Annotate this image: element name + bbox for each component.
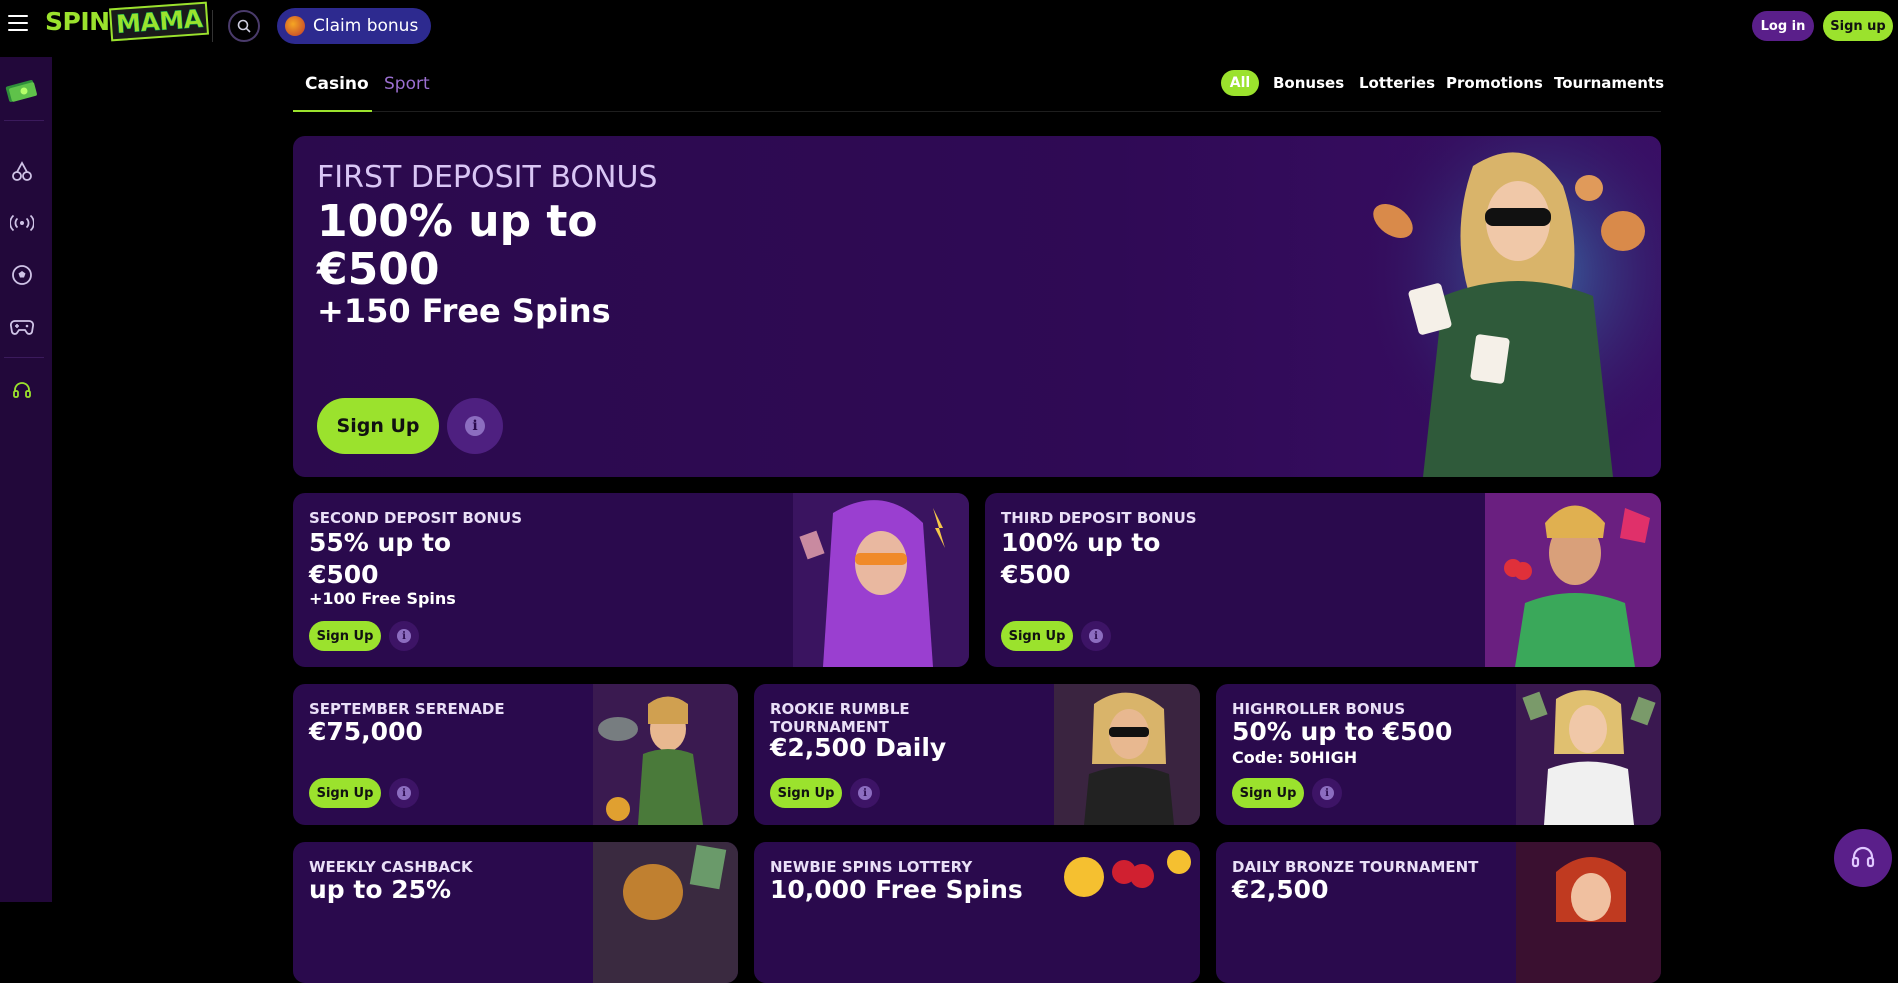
login-button[interactable]: Log in [1752,11,1814,41]
filter-lotteries[interactable]: Lotteries [1359,74,1435,92]
card-label: ROOKIE RUMBLE TOURNAMENT [770,700,910,736]
rookie-rumble-card[interactable]: ROOKIE RUMBLE TOURNAMENT €2,500 Daily Si… [754,684,1200,825]
info-button[interactable]: i [1081,621,1111,651]
headset-icon [1851,846,1875,868]
sidebar [0,57,52,902]
sidebar-item-slots[interactable] [0,153,44,189]
card-label: SECOND DEPOSIT BONUS [309,509,523,527]
sign-up-button[interactable]: Sign Up [1232,778,1304,808]
sidebar-item-support[interactable] [0,373,44,409]
info-icon: i [397,629,411,643]
claim-bonus-label: Claim bonus [313,16,419,36]
info-icon: i [858,786,872,800]
card-extra: +150 Free Spins [317,292,611,330]
sidebar-item-wallet[interactable] [0,73,44,109]
search-icon [237,19,251,33]
live-icon [10,214,34,232]
active-tab-indicator [293,110,372,112]
card-amount: 50% up to €500 [1232,717,1453,746]
cherry-icon [12,161,32,181]
tab-sport[interactable]: Sport [384,74,430,94]
info-button[interactable]: i [447,398,503,454]
info-button[interactable]: i [850,778,880,808]
headset-icon [13,382,31,398]
info-icon: i [1089,629,1103,643]
card-label: FIRST DEPOSIT BONUS [317,160,658,195]
top-bar: SPIN MAMA Claim bonus Log in Sign up [0,0,1898,52]
tabs-bar: Casino Sport All Bonuses Lotteries Promo… [293,52,1664,112]
september-serenade-card[interactable]: SEPTEMBER SERENADE €75,000 Sign Up i [293,684,738,825]
weekly-cashback-card[interactable]: WEEKLY CASHBACK up to 25% [293,842,738,983]
tab-casino[interactable]: Casino [305,74,369,94]
wallet-icon [5,80,37,102]
card-character-art [593,684,738,825]
info-button[interactable]: i [1312,778,1342,808]
filter-promotions[interactable]: Promotions [1446,74,1543,92]
info-button[interactable]: i [389,621,419,651]
newbie-spins-lottery-card[interactable]: NEWBIE SPINS LOTTERY 10,000 Free Spins [754,842,1200,983]
card-amount: up to 25% [309,875,452,904]
sidebar-item-games[interactable] [0,309,44,345]
live-chat-button[interactable] [1834,829,1892,887]
bonus-icon [285,16,305,36]
first-deposit-bonus-card[interactable]: FIRST DEPOSIT BONUS 100% up to €500 +150… [293,136,1661,477]
info-icon: i [1320,786,1334,800]
card-amount: 100% up to €500 [1001,528,1161,589]
sidebar-item-sport[interactable] [0,257,44,293]
card-character-art [1054,684,1200,825]
card-amount: €2,500 Daily [770,733,947,762]
daily-bronze-tournament-card[interactable]: DAILY BRONZE TOURNAMENT €2,500 [1216,842,1661,983]
card-extra: Code: 50HIGH [1232,748,1358,767]
card-amount: 55% up to €500 [309,528,452,589]
card-amount: 100% up to €500 [317,196,598,295]
card-character-art [593,842,738,983]
card-amount: 10,000 Free Spins [770,875,1023,904]
logo[interactable]: SPIN MAMA [45,1,210,42]
search-button[interactable] [228,10,260,42]
hero-character-art [1353,136,1661,477]
football-icon [12,265,32,285]
sign-up-button[interactable]: Sign Up [770,778,842,808]
logo-text-mama: MAMA [108,1,210,42]
card-character-art [793,493,969,667]
sign-up-button[interactable]: Sign Up [1001,621,1073,651]
sidebar-item-live[interactable] [0,205,44,241]
card-amount: €75,000 [309,717,423,746]
gamepad-icon [10,320,34,335]
third-deposit-bonus-card[interactable]: THIRD DEPOSIT BONUS 100% up to €500 Sign… [985,493,1661,667]
highroller-bonus-card[interactable]: HIGHROLLER BONUS 50% up to €500 Code: 50… [1216,684,1661,825]
info-icon: i [465,416,485,436]
sidebar-divider [4,357,44,358]
sign-up-button[interactable]: Sign Up [309,778,381,808]
sidebar-divider [4,120,44,121]
card-character-art [1054,842,1200,983]
sign-up-button[interactable]: Sign Up [317,398,439,454]
card-amount: €2,500 [1232,875,1329,904]
card-extra: +100 Free Spins [309,589,456,608]
menu-icon[interactable] [8,15,28,31]
card-character-art [1516,684,1661,825]
signup-button[interactable]: Sign up [1823,11,1893,41]
filter-bonuses[interactable]: Bonuses [1273,74,1344,92]
second-deposit-bonus-card[interactable]: SECOND DEPOSIT BONUS 55% up to €500 +100… [293,493,969,667]
logo-text-spin: SPIN [45,7,110,36]
claim-bonus-button[interactable]: Claim bonus [277,8,431,44]
card-character-art [1516,842,1661,983]
sign-up-button[interactable]: Sign Up [309,621,381,651]
card-label: THIRD DEPOSIT BONUS [1001,509,1197,527]
info-icon: i [397,786,411,800]
filter-tournaments[interactable]: Tournaments [1554,74,1664,92]
info-button[interactable]: i [389,778,419,808]
card-character-art [1485,493,1661,667]
header-divider [212,10,213,42]
filter-all[interactable]: All [1221,70,1259,96]
